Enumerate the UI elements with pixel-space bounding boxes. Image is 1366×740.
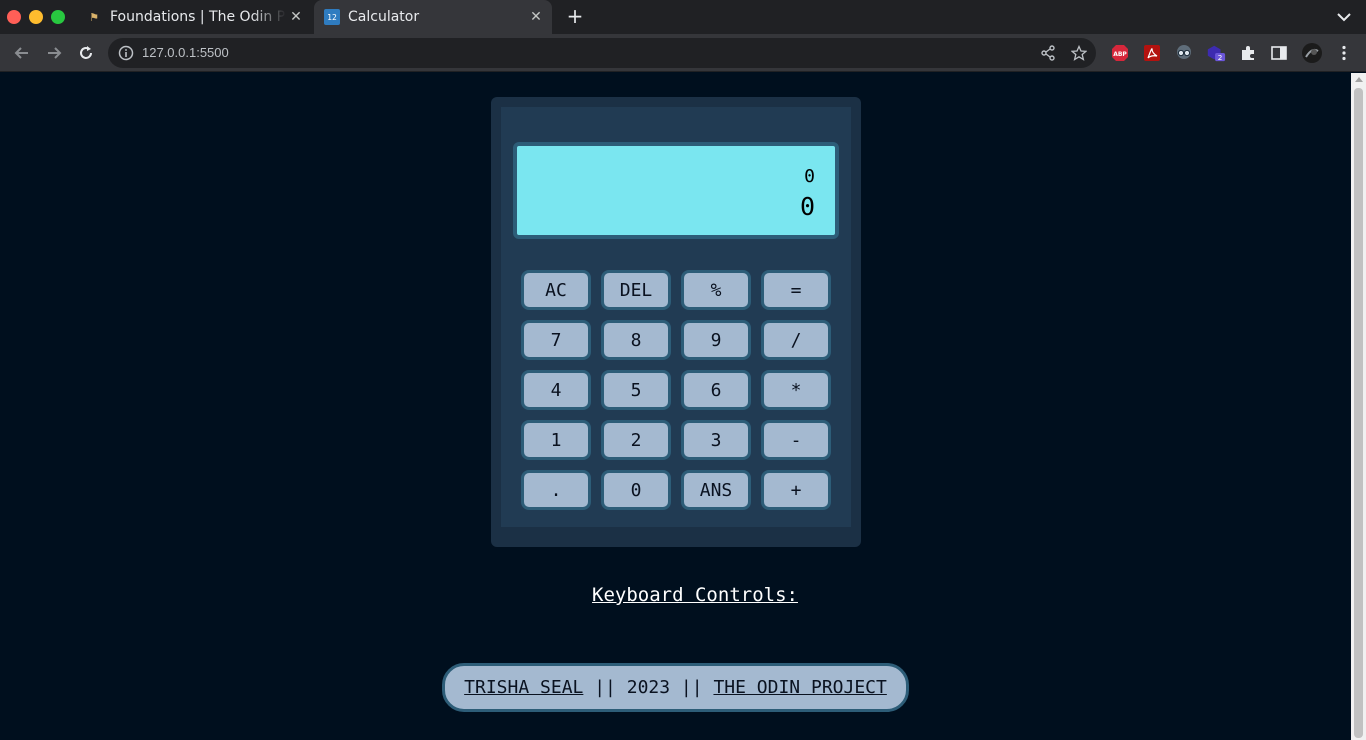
- previous-value: 0: [804, 166, 815, 187]
- digit-0-button[interactable]: 0: [601, 470, 671, 510]
- scrollbar-thumb[interactable]: [1354, 88, 1363, 738]
- tab-calculator[interactable]: 12 Calculator ✕: [314, 0, 552, 34]
- scroll-up-arrow-icon[interactable]: [1355, 77, 1363, 82]
- extension-with-badge-icon[interactable]: 2: [1206, 43, 1226, 63]
- browser-menu-icon[interactable]: [1334, 43, 1354, 63]
- site-info-icon[interactable]: [118, 45, 134, 61]
- footer: TRISHA SEAL || 2023 || THE ODIN PROJECT: [442, 663, 909, 712]
- footer-year: 2023: [626, 677, 671, 698]
- digit-2-button[interactable]: 2: [601, 420, 671, 460]
- tab-odin-project[interactable]: ⚑ Foundations | The Odin Project ✕: [76, 0, 312, 34]
- adblock-plus-icon[interactable]: ABP: [1110, 43, 1130, 63]
- tab-title: Foundations | The Odin Project: [110, 9, 286, 25]
- calculator-favicon-icon: 12: [324, 9, 340, 25]
- browser-toolbar: 127.0.0.1:5500 ABP 2: [0, 34, 1366, 72]
- browser-tab-strip: ⚑ Foundations | The Odin Project ✕ 12 Ca…: [0, 0, 1366, 34]
- glasses-extension-icon[interactable]: [1174, 43, 1194, 63]
- profile-avatar[interactable]: [1302, 43, 1322, 63]
- svg-text:ABP: ABP: [1113, 51, 1127, 58]
- keyboard-controls-heading[interactable]: Keyboard Controls:: [0, 584, 1366, 606]
- reload-icon[interactable]: [75, 42, 97, 64]
- tab-close-icon[interactable]: ✕: [286, 9, 306, 25]
- window-close-button[interactable]: [7, 10, 21, 24]
- multiply-button[interactable]: *: [761, 370, 831, 410]
- digit-4-button[interactable]: 4: [521, 370, 591, 410]
- forward-arrow-icon[interactable]: [43, 42, 65, 64]
- digit-7-button[interactable]: 7: [521, 320, 591, 360]
- tab-close-icon[interactable]: ✕: [526, 9, 546, 25]
- bookmark-star-icon[interactable]: [1070, 44, 1088, 61]
- add-button[interactable]: +: [761, 470, 831, 510]
- digit-9-button[interactable]: 9: [681, 320, 751, 360]
- digit-3-button[interactable]: 3: [681, 420, 751, 460]
- digit-1-button[interactable]: 1: [521, 420, 591, 460]
- clear-all-button[interactable]: AC: [521, 270, 591, 310]
- calculator-display: 0 0: [513, 142, 839, 239]
- odin-project-link[interactable]: THE ODIN PROJECT: [713, 677, 886, 698]
- percent-button[interactable]: %: [681, 270, 751, 310]
- page-scrollbar[interactable]: [1351, 73, 1366, 740]
- url-text: 127.0.0.1:5500: [142, 45, 229, 60]
- back-arrow-icon[interactable]: [11, 42, 33, 64]
- digit-5-button[interactable]: 5: [601, 370, 671, 410]
- address-bar[interactable]: 127.0.0.1:5500: [108, 38, 1096, 68]
- decimal-button[interactable]: .: [521, 470, 591, 510]
- share-icon[interactable]: [1040, 45, 1056, 61]
- author-link[interactable]: TRISHA SEAL: [464, 677, 583, 698]
- side-panel-icon[interactable]: [1269, 43, 1289, 63]
- current-value: 0: [799, 192, 815, 221]
- digit-8-button[interactable]: 8: [601, 320, 671, 360]
- footer-separator: ||: [670, 677, 714, 698]
- pdf-reader-icon[interactable]: [1142, 43, 1162, 63]
- subtract-button[interactable]: -: [761, 420, 831, 460]
- calculator: 0 0 AC DEL % = 7 8 9 / 4 5 6 * 1 2 3 - .…: [491, 97, 861, 547]
- window-minimize-button[interactable]: [29, 10, 43, 24]
- odin-project-favicon-icon: ⚑: [89, 10, 99, 24]
- tab-title: Calculator: [348, 9, 420, 25]
- answer-button[interactable]: ANS: [681, 470, 751, 510]
- equals-button[interactable]: =: [761, 270, 831, 310]
- extensions-puzzle-icon[interactable]: [1238, 43, 1258, 63]
- window-maximize-button[interactable]: [51, 10, 65, 24]
- digit-6-button[interactable]: 6: [681, 370, 751, 410]
- divide-button[interactable]: /: [761, 320, 831, 360]
- extension-badge-count: 2: [1218, 53, 1223, 62]
- tab-search-chevron-icon[interactable]: [1334, 8, 1354, 26]
- delete-button[interactable]: DEL: [601, 270, 671, 310]
- footer-separator: ||: [583, 677, 627, 698]
- new-tab-button[interactable]: +: [564, 5, 586, 27]
- calculator-panel: 0 0 AC DEL % = 7 8 9 / 4 5 6 * 1 2 3 - .…: [501, 107, 851, 527]
